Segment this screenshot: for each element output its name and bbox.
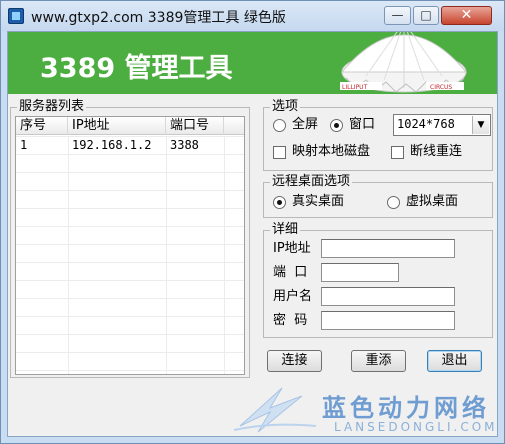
window-mode-radio[interactable]: [330, 119, 343, 132]
maximize-button[interactable]: □: [413, 6, 439, 25]
exit-button[interactable]: 退出: [427, 350, 482, 372]
column-header-port[interactable]: 端口号: [166, 117, 224, 135]
row-ip: 192.168.1.2: [72, 138, 152, 152]
list-column-divider: [224, 136, 225, 374]
server-list-legend: 服务器列表: [17, 99, 87, 115]
resolution-value: 1024*768: [397, 117, 455, 131]
tent-flag-left: LILLIPUT: [342, 84, 368, 91]
ip-address-field[interactable]: [321, 239, 455, 258]
circus-tent-logo: LILLIPUT CIRCUS: [340, 32, 468, 93]
detail-group: 详细 IP地址 端 口 用户名 密 码: [263, 222, 493, 338]
watermark-subtext: LANSEDONGLI.COM: [334, 420, 498, 434]
reset-button[interactable]: 重添: [351, 350, 406, 372]
fullscreen-radio[interactable]: [273, 119, 286, 132]
map-local-disk-label: 映射本地磁盘: [292, 144, 371, 159]
username-field[interactable]: [321, 287, 455, 306]
row-port: 3388: [170, 138, 199, 152]
server-list-group: 服务器列表 序号 IP地址 端口号 1 192.168.1.2 3388: [10, 99, 250, 378]
password-label: 密 码: [273, 313, 308, 328]
minimize-button[interactable]: —: [384, 6, 411, 25]
username-label: 用户名: [273, 289, 313, 304]
virtual-desktop-radio[interactable]: [387, 196, 400, 209]
remote-desktop-legend: 远程桌面选项: [270, 174, 353, 190]
password-field[interactable]: [321, 311, 455, 330]
banner-title: 3389 管理工具: [40, 53, 233, 84]
list-gridlines: [16, 136, 244, 374]
options-legend: 选项: [270, 99, 301, 115]
fullscreen-label: 全屏: [292, 117, 319, 132]
title-bar[interactable]: www.gtxp2.com 3389管理工具 绿色版 — □ ✕: [1, 1, 504, 31]
resolution-select[interactable]: 1024*768 ▼: [393, 114, 491, 136]
watermark-logo-icon: [233, 387, 317, 433]
virtual-desktop-label: 虚拟桌面: [406, 194, 459, 209]
column-header-index[interactable]: 序号: [16, 117, 68, 135]
list-column-divider: [166, 136, 167, 374]
window-mode-label: 窗口: [349, 117, 376, 132]
row-index: 1: [20, 138, 28, 152]
close-button[interactable]: ✕: [441, 6, 492, 25]
watermark-text: 蓝色动力网络: [322, 394, 490, 422]
server-list-header: 序号 IP地址 端口号: [16, 117, 244, 135]
app-window: www.gtxp2.com 3389管理工具 绿色版 — □ ✕ 3389 管理…: [0, 0, 505, 444]
connect-button[interactable]: 连接: [267, 350, 322, 372]
tent-flag-right: CIRCUS: [430, 84, 452, 91]
real-desktop-label: 真实桌面: [292, 194, 345, 209]
window-title: www.gtxp2.com 3389管理工具 绿色版: [31, 10, 286, 26]
client-area: 3389 管理工具 LILLIPUT CIRCUS 服务器列表 序号 IP地址: [7, 31, 498, 437]
banner: 3389 管理工具 LILLIPUT CIRCUS: [8, 32, 497, 94]
port-field[interactable]: [321, 263, 399, 282]
list-column-divider: [68, 136, 69, 374]
ip-address-label: IP地址: [273, 241, 311, 256]
auto-reconnect-checkbox[interactable]: [391, 146, 404, 159]
app-icon: [8, 8, 24, 24]
chevron-down-icon[interactable]: ▼: [472, 116, 489, 134]
options-group: 选项 全屏 窗口 1024*768 ▼ 映射本地磁盘 断线重连: [263, 99, 493, 171]
real-desktop-radio[interactable]: [273, 196, 286, 209]
detail-legend: 详细: [270, 222, 301, 238]
remote-desktop-group: 远程桌面选项 真实桌面 虚拟桌面: [263, 174, 493, 218]
port-label: 端 口: [273, 265, 308, 280]
table-row[interactable]: 1 192.168.1.2 3388: [16, 136, 244, 154]
map-local-disk-checkbox[interactable]: [273, 146, 286, 159]
server-list[interactable]: 序号 IP地址 端口号 1 192.168.1.2 3388: [15, 116, 245, 375]
column-header-ip[interactable]: IP地址: [68, 117, 166, 135]
auto-reconnect-label: 断线重连: [410, 144, 463, 159]
